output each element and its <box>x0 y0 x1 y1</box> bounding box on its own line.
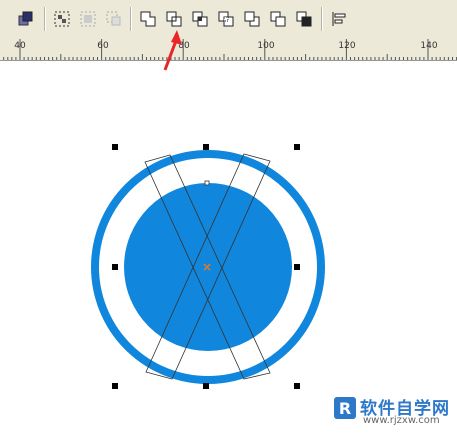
watermark-url: www.rjzxw.com <box>363 415 440 426</box>
svg-text:R: R <box>339 399 351 418</box>
drawing-canvas[interactable]: × <box>0 61 457 430</box>
ungroup-all-icon[interactable] <box>104 9 124 29</box>
selection-handle[interactable] <box>112 264 118 270</box>
toolbar-separator <box>44 7 45 31</box>
selection-handle[interactable] <box>294 264 300 270</box>
site-watermark: R 软件自学网 www.rjzxw.com <box>333 392 457 430</box>
selection-handle[interactable] <box>203 383 209 389</box>
drawing-svg: × <box>91 144 325 389</box>
to-front-icon[interactable] <box>16 9 36 29</box>
ruler-label: 40 <box>14 41 26 51</box>
ruler-label: 140 <box>420 41 438 51</box>
back-minus-front-icon[interactable] <box>268 9 288 29</box>
node-marker[interactable] <box>204 180 210 186</box>
weld-icon[interactable] <box>138 9 158 29</box>
selection-handle[interactable] <box>112 144 118 150</box>
toolbar-separator <box>130 7 131 31</box>
front-minus-back-icon[interactable] <box>242 9 262 29</box>
property-toolbar <box>0 0 457 39</box>
align-icon[interactable] <box>329 9 349 29</box>
ruler-label: 100 <box>257 41 275 51</box>
ruler-label: 80 <box>178 41 190 51</box>
selection-handle[interactable] <box>112 383 118 389</box>
group-icon[interactable] <box>52 9 72 29</box>
site-logo-icon: R <box>334 397 356 419</box>
ruler-label: 120 <box>338 41 356 51</box>
toolbar-separator <box>321 7 322 31</box>
ruler-label: 60 <box>97 41 109 51</box>
intersect-icon[interactable] <box>190 9 210 29</box>
selection-handle[interactable] <box>203 144 209 150</box>
create-boundary-icon[interactable] <box>294 9 314 29</box>
center-marker-icon: × <box>202 260 212 274</box>
selection-handle[interactable] <box>294 144 300 150</box>
selection-handle[interactable] <box>294 383 300 389</box>
simplify-icon[interactable] <box>216 9 236 29</box>
horizontal-ruler[interactable]: 40 60 80 100 120 140 <box>0 38 457 61</box>
ruler-ticks <box>3 39 457 60</box>
ungroup-icon[interactable] <box>78 9 98 29</box>
trim-icon[interactable] <box>164 9 184 29</box>
